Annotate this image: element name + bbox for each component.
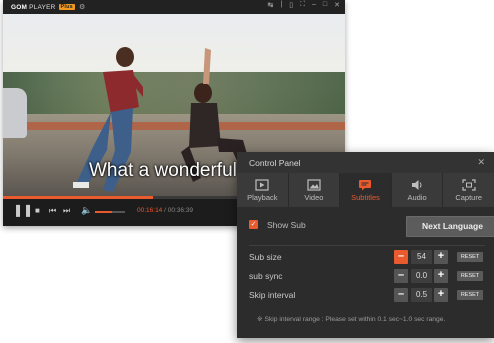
tab-capture-label: Capture bbox=[455, 192, 483, 202]
sub-sync-decrease-button[interactable]: – bbox=[394, 269, 408, 283]
player-titlebar: GOM PLAYER Plus ⚙ ↹ | ▯ ⛶ – □ ✕ bbox=[3, 0, 345, 14]
previous-icon[interactable]: ⏮ bbox=[49, 206, 56, 216]
window-mode-icon[interactable]: ▯ bbox=[289, 1, 293, 9]
tab-video-label: Video bbox=[304, 192, 324, 202]
show-sub-label: Show Sub bbox=[267, 220, 306, 230]
skip-interval-increase-button[interactable]: + bbox=[434, 288, 448, 302]
video-curb bbox=[3, 122, 345, 130]
ab-repeat-icon[interactable]: ↹ bbox=[268, 1, 274, 9]
skip-interval-label: Skip interval bbox=[249, 290, 296, 300]
sub-size-value[interactable]: 54 bbox=[411, 250, 432, 264]
sub-size-decrease-button[interactable]: – bbox=[394, 250, 408, 264]
seek-bar-fill bbox=[3, 196, 154, 199]
tab-audio[interactable]: Audio bbox=[392, 173, 444, 207]
subtitle-text: What a wonderful d bbox=[89, 160, 253, 181]
skip-interval-value[interactable]: 0.5 bbox=[411, 288, 432, 302]
audio-icon bbox=[412, 179, 422, 190]
close-window-icon[interactable]: ✕ bbox=[334, 1, 340, 9]
volume-slider[interactable] bbox=[95, 211, 125, 213]
minimize-icon[interactable]: – bbox=[312, 1, 316, 9]
pause-icon[interactable]: ❚❚ bbox=[13, 203, 33, 217]
video-icon bbox=[307, 178, 321, 191]
skip-interval-reset-button[interactable]: RESET bbox=[457, 290, 483, 300]
subtitles-icon bbox=[359, 179, 372, 190]
sub-sync-increase-button[interactable]: + bbox=[434, 269, 448, 283]
time-current: 00:16:14 bbox=[137, 207, 163, 214]
setting-row-sub-size: Sub size – 54 + RESET bbox=[249, 250, 485, 264]
tab-subtitles[interactable]: Subtitles bbox=[340, 173, 392, 207]
volume-icon[interactable]: 🔈 bbox=[81, 205, 92, 216]
maximize-icon[interactable]: □ bbox=[323, 1, 327, 9]
tab-video[interactable]: Video bbox=[289, 173, 341, 207]
tab-capture[interactable]: Capture bbox=[443, 173, 494, 207]
sub-size-increase-button[interactable]: + bbox=[434, 250, 448, 264]
volume-slider-fill bbox=[95, 211, 112, 213]
window-controls: ↹ | ▯ ⛶ – □ ✕ bbox=[268, 1, 340, 9]
playback-icon bbox=[255, 178, 269, 191]
setting-row-sub-sync: sub sync – 0.0 + RESET bbox=[249, 269, 485, 283]
next-icon[interactable]: ⏭ bbox=[63, 206, 70, 216]
next-language-button[interactable]: Next Language bbox=[406, 216, 494, 237]
tab-audio-label: Audio bbox=[407, 192, 427, 202]
player-logo: GOM PLAYER Plus ⚙ bbox=[11, 3, 85, 12]
settings-gear-icon[interactable]: ⚙ bbox=[79, 3, 85, 11]
setting-row-skip-interval: Skip interval – 0.5 + RESET bbox=[249, 288, 485, 302]
pin-icon[interactable]: | bbox=[280, 1, 282, 9]
sub-sync-value[interactable]: 0.0 bbox=[411, 269, 432, 283]
video-car bbox=[3, 88, 27, 138]
show-sub-row: ✓ Show Sub Next Language bbox=[249, 216, 494, 237]
control-panel-title: Control Panel bbox=[249, 158, 301, 168]
sub-size-label: Sub size bbox=[249, 252, 282, 262]
divider bbox=[249, 245, 485, 246]
close-icon[interactable]: ✕ bbox=[477, 157, 485, 168]
control-panel-tabs: Playback Video Subtitles Audio Capture bbox=[237, 173, 494, 207]
skip-interval-decrease-button[interactable]: – bbox=[394, 288, 408, 302]
time-total: 00:36:39 bbox=[167, 207, 194, 214]
fullscreen-icon[interactable]: ⛶ bbox=[300, 1, 305, 9]
tab-playback[interactable]: Playback bbox=[237, 173, 289, 207]
show-sub-checkbox[interactable]: ✓ bbox=[249, 220, 258, 229]
time-display: 00:16:14 / 00:36:39 bbox=[137, 207, 193, 214]
capture-icon bbox=[462, 178, 476, 191]
tab-subtitles-label: Subtitles bbox=[351, 192, 380, 202]
sub-size-reset-button[interactable]: RESET bbox=[457, 252, 483, 262]
stop-icon[interactable]: ■ bbox=[35, 206, 40, 215]
video-trees bbox=[3, 72, 345, 116]
sub-sync-label: sub sync bbox=[249, 271, 283, 281]
plus-badge: Plus bbox=[58, 4, 75, 10]
tab-playback-label: Playback bbox=[247, 192, 278, 202]
skip-interval-note: ※ Skip interval range : Please set withi… bbox=[257, 316, 446, 323]
brand-product: PLAYER bbox=[29, 3, 56, 11]
control-panel-header: Control Panel ✕ bbox=[237, 152, 494, 173]
brand-name: GOM bbox=[11, 3, 28, 11]
sub-sync-reset-button[interactable]: RESET bbox=[457, 271, 483, 281]
control-panel: Control Panel ✕ Playback Video Subtitles… bbox=[237, 152, 494, 338]
